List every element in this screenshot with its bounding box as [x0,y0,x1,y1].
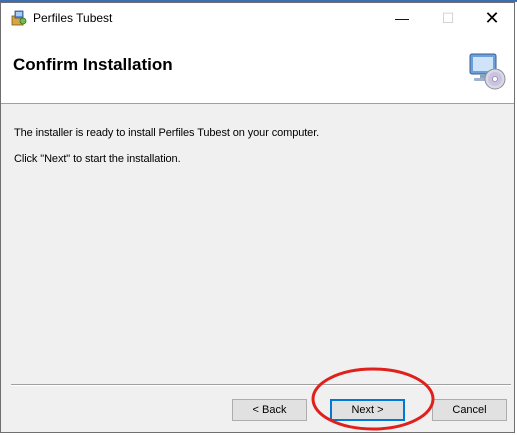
installer-icon [11,10,27,26]
title-bar[interactable]: Perfiles Tubest — ☐ ✕ [1,3,514,33]
next-button[interactable]: Next > [330,399,405,421]
instruction-message: Click "Next" to start the installation. [14,153,181,165]
ready-message: The installer is ready to install Perfil… [14,127,320,139]
minimize-button[interactable]: — [379,3,425,33]
installer-window: Perfiles Tubest — ☐ ✕ Confirm Installati… [0,2,515,433]
close-button[interactable]: ✕ [469,3,515,33]
computer-cd-icon [467,51,507,91]
page-title: Confirm Installation [13,55,173,74]
maximize-button[interactable]: ☐ [425,3,471,33]
footer-divider [11,384,511,386]
cancel-button[interactable]: Cancel [432,399,507,421]
window-title: Perfiles Tubest [33,11,113,25]
back-button[interactable]: < Back [232,399,307,421]
page-header: Confirm Installation [1,33,514,104]
